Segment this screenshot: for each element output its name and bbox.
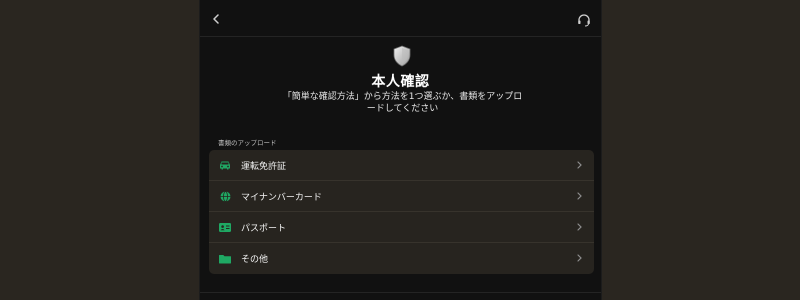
chevron-right-icon (574, 160, 584, 170)
top-bar (200, 0, 601, 37)
option-label: その他 (241, 255, 269, 265)
bottom-divider (200, 292, 601, 293)
page-subtitle: 「簡単な確認方法」から方法を1つ選ぶか、書類をアップロードしてください (282, 92, 523, 114)
headset-icon (578, 14, 590, 27)
option-passport[interactable]: パスポート (209, 212, 594, 243)
chevron-right-icon (574, 191, 584, 201)
back-button[interactable] (208, 11, 224, 27)
chevron-right-icon (574, 222, 584, 232)
shield-icon (391, 45, 413, 67)
document-option-list: 運転免許証 マイナンバーカード パスポート その他 (209, 150, 594, 274)
option-label: 運転免許証 (241, 161, 287, 172)
support-button[interactable] (575, 11, 593, 29)
verification-panel: 本人確認 「簡単な確認方法」から方法を1つ選ぶか、書類をアップロードしてください… (199, 0, 602, 300)
option-other[interactable]: その他 (209, 243, 594, 274)
folder-icon (218, 252, 232, 266)
option-my-number-card[interactable]: マイナンバーカード (209, 181, 594, 212)
option-label: パスポート (241, 223, 287, 234)
page-title: 本人確認 (371, 74, 430, 90)
car-icon (218, 158, 232, 172)
globe-icon (218, 189, 232, 203)
chevron-right-icon (574, 253, 584, 263)
chevron-left-icon (213, 14, 219, 24)
option-label: マイナンバーカード (241, 192, 322, 203)
section-label: 書類のアップロード (218, 139, 277, 147)
option-drivers-license[interactable]: 運転免許証 (209, 150, 594, 181)
id-card-icon (218, 220, 232, 234)
